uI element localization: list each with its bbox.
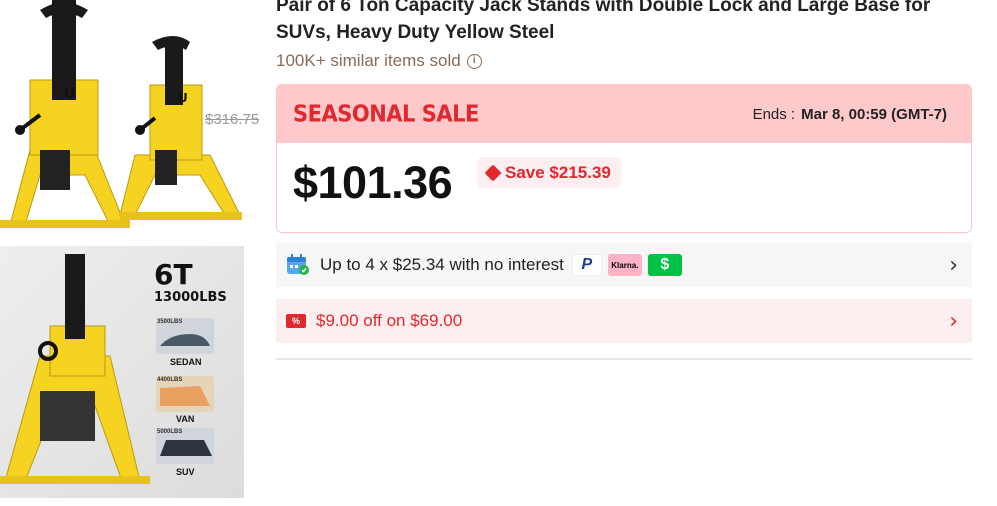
tier-load-van: 4400LBS	[157, 377, 183, 383]
product-thumbnail-2[interactable]: 6T 13000LBS 3500LBS SEDAN 4400LBS VAN 50…	[0, 246, 244, 498]
paypal-icon: P	[571, 254, 602, 276]
calendar-icon	[286, 254, 310, 276]
tier-load-suv: 5000LBS	[157, 429, 183, 435]
tier-vehicle-suv: SUV	[176, 467, 195, 477]
tier-vehicle-sedan: SEDAN	[170, 357, 202, 367]
chevron-right-icon[interactable]: ›	[949, 309, 958, 334]
sale-header: SEASONAL SALE Ends : Mar 8, 00:59 (GMT-7)	[277, 85, 971, 143]
sale-price-area: $101.36 Save $215.39	[277, 143, 971, 232]
save-amount: Save $215.39	[505, 162, 611, 182]
svg-text:U: U	[178, 91, 188, 105]
info-icon[interactable]: i	[466, 53, 482, 69]
save-badge: Save $215.39	[477, 157, 621, 188]
original-price: $316.75	[205, 111, 260, 128]
payment-providers: P Klarna. $	[571, 254, 682, 276]
chevron-right-icon[interactable]: ›	[949, 253, 958, 278]
sale-ends-label: Ends :	[752, 105, 796, 123]
sold-count: 100K+ similar items sold i	[276, 51, 482, 71]
cash-app-icon: $	[647, 254, 682, 276]
coupon-icon: %	[286, 314, 306, 328]
seasonal-sale-panel: SEASONAL SALE Ends : Mar 8, 00:59 (GMT-7)…	[276, 84, 972, 233]
coupon-row[interactable]: % $9.00 off on $69.00 ›	[276, 299, 972, 343]
installments-row[interactable]: Up to 4 x $25.34 with no interest P Klar…	[276, 243, 972, 287]
klarna-icon: Klarna.	[607, 254, 642, 276]
svg-text:U: U	[64, 86, 75, 102]
installments-text: Up to 4 x $25.34 with no interest	[320, 255, 564, 274]
tier-vehicle-van: VAN	[176, 414, 195, 424]
sale-ends: Ends : Mar 8, 00:59 (GMT-7)	[753, 106, 947, 123]
sold-count-text: 100K+ similar items sold	[276, 51, 461, 70]
tier-load-sedan: 3500LBS	[157, 319, 183, 325]
capacity-badge: 6T 13000LBS	[154, 260, 227, 306]
weight-label: 13000LBS	[154, 290, 227, 305]
current-price: $101.36	[293, 157, 453, 208]
sale-ends-value: Mar 8, 00:59 (GMT-7)	[801, 105, 947, 123]
seasonal-sale-tag: SEASONAL SALE	[293, 100, 479, 128]
section-divider	[276, 358, 972, 360]
price-tag-icon	[484, 164, 502, 181]
product-title: Pair of 6 Ton Capacity Jack Stands with …	[276, 0, 931, 43]
capacity-label: 6T	[154, 258, 193, 291]
coupon-text: $9.00 off on $69.00	[316, 311, 463, 330]
